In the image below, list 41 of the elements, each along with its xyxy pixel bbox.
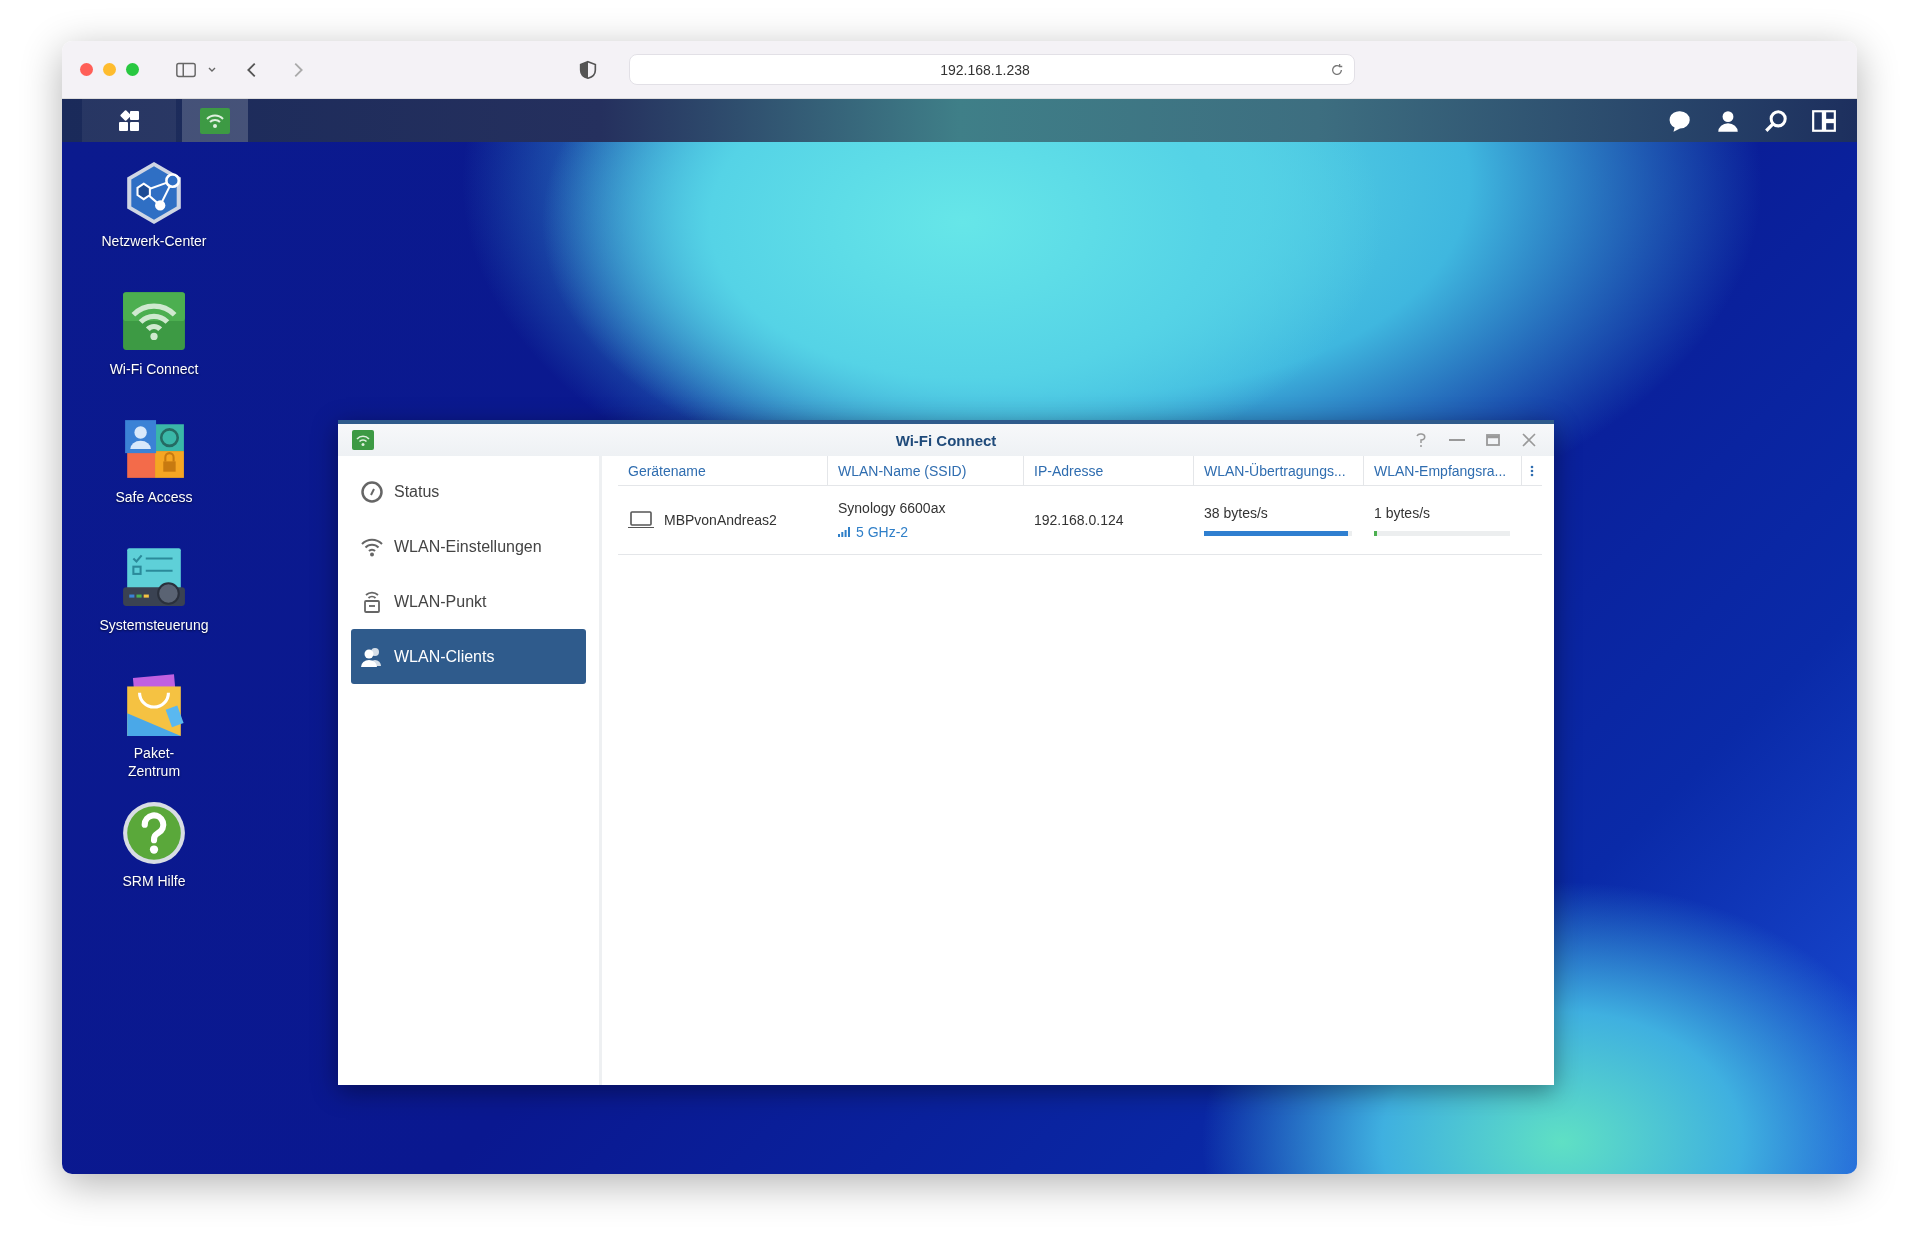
window-title: Wi-Fi Connect [895,431,997,449]
main-menu-button[interactable] [82,99,176,142]
column-header[interactable]: WLAN-Name (SSID) [828,456,1024,485]
grid-icon [117,108,141,133]
signal-bars-icon [838,527,850,537]
close-icon [1521,432,1537,448]
laptop-icon [628,510,654,530]
close-window-button[interactable] [80,63,93,76]
maximize-icon [1485,432,1501,448]
column-header[interactable]: IP-Adresse [1024,456,1194,485]
desktop-icon-label[interactable]: Safe Access [115,488,193,507]
column-header[interactable]: Gerätename [618,456,828,485]
table-cell-text: Synology 6600ax [838,500,947,516]
sidebar-item[interactable]: WLAN-Punkt [351,574,586,629]
column-header[interactable]: WLAN-Empfangsra... [1364,456,1522,485]
desktop-icon-label[interactable]: Wi-Fi Connect [109,360,199,379]
reload-icon[interactable] [1330,62,1344,77]
desktop-icon-label[interactable]: Paket- Zentrum [127,744,181,781]
column-header[interactable]: WLAN-Übertragungs... [1194,456,1364,485]
sidebar-item[interactable]: WLAN-Einstellungen [351,519,586,574]
wifi-app-icon [352,430,374,450]
desktop-icon-label[interactable]: SRM Hilfe [122,872,186,891]
sidebar-item[interactable]: Status [351,464,586,519]
column-menu-icon[interactable] [1530,464,1534,477]
help-question-icon [121,800,187,866]
widgets-icon[interactable] [1811,107,1837,134]
band-label: 5 GHz-2 [856,524,909,540]
minimize-icon [1449,439,1465,441]
gauge-icon [360,479,384,504]
desktop-icon-label[interactable]: Systemsteuerung [99,616,209,635]
wifi-connect-taskbar-button[interactable] [182,99,248,142]
search-icon[interactable] [1763,107,1789,134]
shield-icon[interactable] [577,58,599,81]
sidebar-item[interactable]: WLAN-Clients [351,629,586,684]
address-bar[interactable]: 192.168.1.238 [629,54,1355,85]
table-cell: MBPvonAndreas2 [664,512,777,528]
desktop-icon-label[interactable]: Netzwerk-Center [101,232,207,251]
table-cell-text: 192.168.0.124 [1034,512,1125,528]
wifi-app-icon [200,107,230,134]
table-cell-text: 1 bytes/s [1374,504,1432,521]
table-cell-text: 38 bytes/s [1204,504,1269,521]
